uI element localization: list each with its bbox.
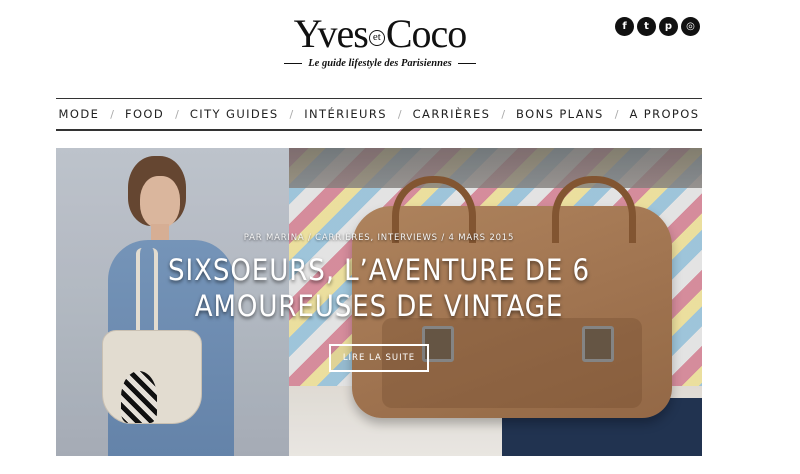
nav-separator: / xyxy=(289,107,294,121)
article-meta: PAR MARINA / CARRIÈRES, INTERVIEWS / 4 M… xyxy=(243,233,515,243)
nav-item-bons-plans[interactable]: BONS PLANS xyxy=(516,107,604,121)
nav-separator: / xyxy=(501,107,506,121)
twitter-icon[interactable]: t xyxy=(637,17,656,36)
nav-item-food[interactable]: FOOD xyxy=(125,107,164,121)
nav-item-interieurs[interactable]: INTÉRIEURS xyxy=(304,107,387,121)
nav-separator: / xyxy=(110,107,114,121)
logo-et: et xyxy=(368,29,385,46)
site-logo[interactable]: Yves et Coco Le guide lifestyle des Parisi… xyxy=(270,12,490,80)
logo-wordmark: Yves et Coco xyxy=(270,12,490,56)
nav-item-a-propos[interactable]: A PROPOS xyxy=(629,107,699,121)
nav-item-mode[interactable]: MODE xyxy=(59,107,100,121)
tagline-rule-right xyxy=(457,63,476,64)
facebook-icon[interactable]: f xyxy=(615,17,634,36)
logo-tagline-row: Le guide lifestyle des Parisiennes xyxy=(270,58,490,69)
logo-tagline: Le guide lifestyle des Parisiennes xyxy=(308,58,452,69)
social-links: f t p ◎ xyxy=(615,17,700,36)
tagline-rule-left xyxy=(284,63,303,64)
pinterest-icon[interactable]: p xyxy=(659,17,678,36)
nav-separator: / xyxy=(397,107,402,121)
article-title[interactable]: SIXSOEURS, L’AVENTURE DE 6 AMOUREUSES DE… xyxy=(156,252,602,324)
nav-separator: / xyxy=(614,107,619,121)
main-navigation: MODE / FOOD / CITY GUIDES / INTÉRIEURS /… xyxy=(56,98,702,131)
nav-item-carrieres[interactable]: CARRIÈRES xyxy=(413,107,491,121)
nav-separator: / xyxy=(175,107,179,121)
nav-item-city-guides[interactable]: CITY GUIDES xyxy=(190,107,279,121)
logo-text-right: Coco xyxy=(385,11,467,56)
logo-text-left: Yves xyxy=(293,11,369,56)
instagram-icon[interactable]: ◎ xyxy=(681,17,700,36)
read-more-button[interactable]: LIRE LA SUITE xyxy=(329,344,429,372)
featured-article-hero[interactable]: PAR MARINA / CARRIÈRES, INTERVIEWS / 4 M… xyxy=(56,148,702,456)
